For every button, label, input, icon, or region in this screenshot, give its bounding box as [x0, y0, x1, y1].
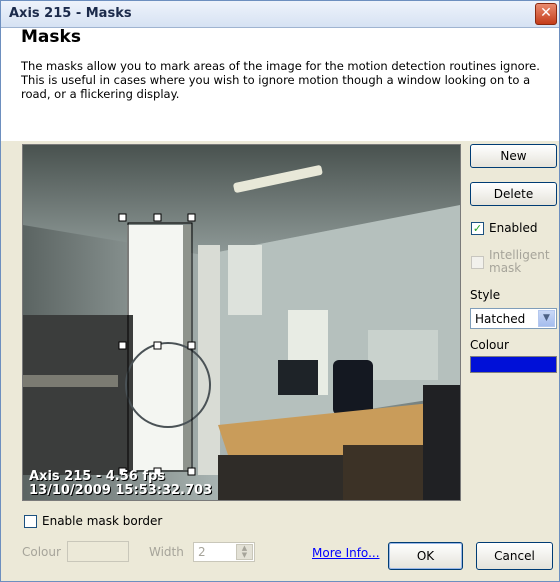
camera-fps-overlay: Axis 215 - 4.56 fps: [29, 469, 166, 484]
width-label: Width: [149, 545, 184, 559]
description-text: The masks allow you to mark areas of the…: [21, 59, 540, 101]
intelligent-mask-label-line2: mask: [489, 261, 522, 275]
style-select[interactable]: Hatched ▼: [470, 308, 557, 329]
camera-preview[interactable]: Axis 215 - 4.56 fps 13/10/2009 15:53:32.…: [22, 144, 461, 501]
ok-button[interactable]: OK: [388, 542, 463, 570]
intelligent-mask-checkbox[interactable]: [471, 256, 484, 269]
style-select-value: Hatched: [475, 312, 526, 326]
border-colour-field[interactable]: [67, 541, 129, 562]
colour-label: Colour: [470, 338, 509, 352]
width-value: 2: [198, 545, 206, 559]
title-bar[interactable]: Axis 215 - Masks ✕: [1, 1, 559, 28]
delete-button[interactable]: Delete: [470, 182, 557, 206]
monitor: [278, 360, 318, 395]
width-stepper[interactable]: 2 ▲ ▼: [193, 542, 255, 562]
stepper-arrows-icon[interactable]: ▲ ▼: [236, 544, 253, 560]
masks-dialog: Axis 215 - Masks ✕ Masks The masks allow…: [0, 0, 560, 582]
enable-mask-border-checkbox[interactable]: [24, 515, 37, 528]
camera-image: [23, 145, 460, 500]
page-title: Masks: [21, 27, 81, 47]
more-info-link[interactable]: More Info...: [312, 546, 380, 560]
border-colour-label: Colour: [22, 545, 61, 559]
camera-timestamp-overlay: 13/10/2009 15:53:32.703: [29, 483, 213, 498]
window-title: Axis 215 - Masks: [9, 6, 132, 21]
colour-swatch[interactable]: [470, 356, 557, 373]
chevron-down-icon[interactable]: ▼: [538, 310, 555, 327]
office-chair: [333, 360, 373, 415]
intelligent-mask-label: Intelligent mask: [489, 249, 550, 275]
close-icon[interactable]: ✕: [535, 3, 557, 25]
new-button[interactable]: New: [470, 144, 557, 168]
enabled-checkbox[interactable]: ✓: [471, 222, 484, 235]
enable-mask-border-label: Enable mask border: [42, 514, 163, 528]
style-label: Style: [470, 288, 501, 302]
cancel-button[interactable]: Cancel: [476, 542, 553, 570]
enabled-label: Enabled: [489, 221, 538, 235]
